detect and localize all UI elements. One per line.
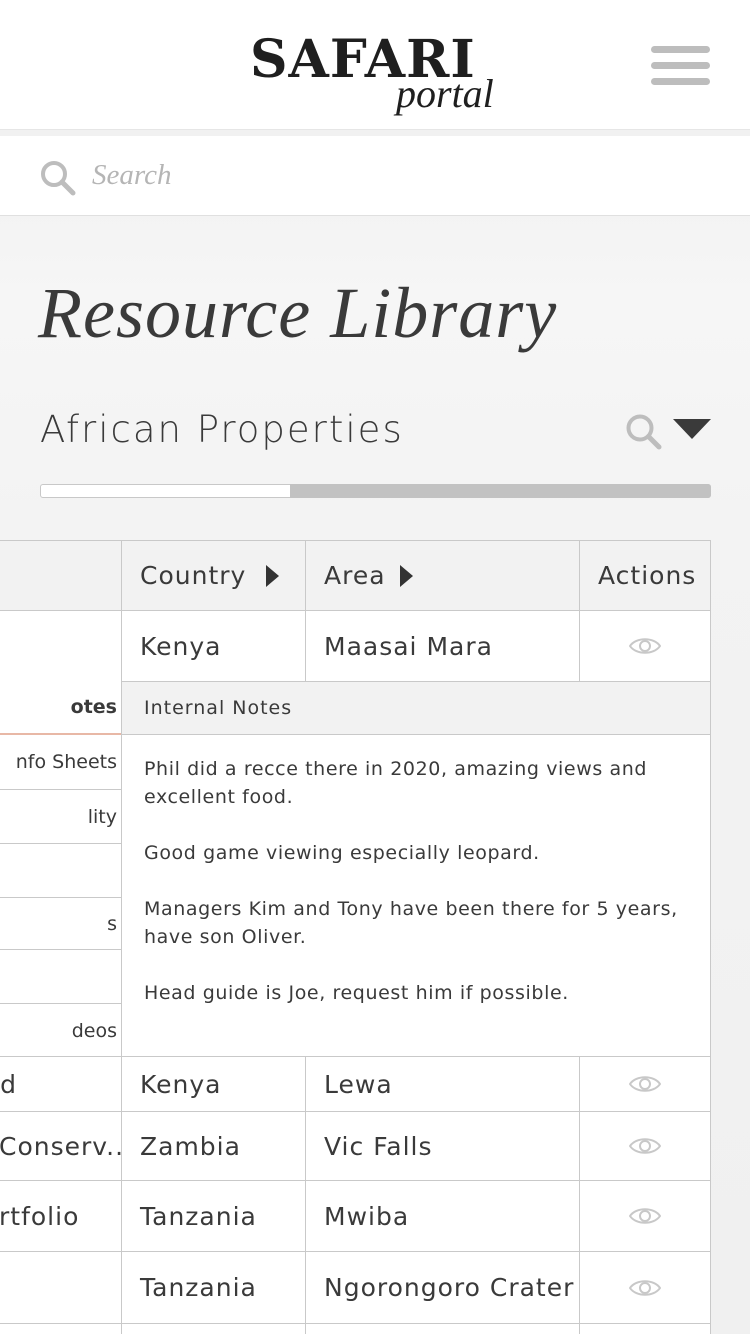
country-value: Kenya <box>140 1069 222 1099</box>
name-value: Conserv... <box>0 1131 122 1161</box>
note-paragraph: Good game viewing especially leopard. <box>144 842 540 864</box>
table-row-country-cell: Tanzania <box>121 1180 306 1252</box>
sub-tab-label: lity <box>87 805 117 828</box>
column-header-country-label: Country <box>140 561 247 590</box>
area-value: Vic Falls <box>324 1131 433 1161</box>
table-row-name-cell[interactable] <box>0 1323 122 1334</box>
note-paragraph: Head guide is Joe, request him if possib… <box>144 982 569 1004</box>
hamburger-menu-icon[interactable] <box>651 46 710 86</box>
table-row-country-cell: Zambia <box>121 1111 306 1181</box>
sub-tab-info-sheets[interactable]: nfo Sheets <box>0 735 121 790</box>
column-header-actions: Actions <box>579 540 711 611</box>
table-row-country-cell: Tanzania <box>121 1251 306 1324</box>
table-scroll-thumb[interactable] <box>290 484 711 498</box>
table-row-actions-cell <box>579 1251 711 1324</box>
country-value: Zambia <box>140 1131 241 1161</box>
area-value: Ngorongoro Crater <box>324 1273 575 1302</box>
area-value: Mwiba <box>324 1201 410 1231</box>
table-row-country-cell: Kenya <box>121 1056 306 1112</box>
table-row-area-cell: Mwiba <box>305 1180 580 1252</box>
table-row-area-cell: Lewa <box>305 1056 580 1112</box>
column-header-actions-label: Actions <box>598 561 697 590</box>
table-row-country-cell <box>121 1323 306 1334</box>
table-row-actions-cell <box>579 1180 711 1252</box>
internal-notes-panel: Internal Notes Phil did a recce there in… <box>121 681 711 1057</box>
app-header: SAFARI portal <box>0 0 750 130</box>
sub-tab-empty-2[interactable] <box>0 950 121 1004</box>
search-icon[interactable] <box>40 160 76 196</box>
table-row-actions-cell <box>579 610 711 682</box>
sub-tab-notes[interactable]: otes <box>0 681 121 735</box>
table-row-name-cell[interactable]: Conserv... <box>0 1111 122 1181</box>
column-header-name[interactable] <box>0 540 122 611</box>
table-row-actions-cell <box>579 1323 711 1334</box>
eye-icon[interactable] <box>629 1135 661 1157</box>
sub-tab-label: nfo Sheets <box>15 751 117 773</box>
column-header-area[interactable]: Area <box>305 540 580 611</box>
sort-triangle-icon[interactable] <box>399 564 413 587</box>
table-row-name-cell[interactable] <box>0 610 122 682</box>
safari-portal-logo[interactable]: SAFARI portal <box>250 32 500 122</box>
table-row-actions-cell <box>579 1111 711 1181</box>
country-value: Kenya <box>140 631 222 661</box>
eye-icon[interactable] <box>629 1205 661 1227</box>
section-title: African Properties <box>40 408 404 451</box>
sort-triangle-icon[interactable] <box>266 564 280 587</box>
section-search-icon[interactable] <box>625 413 663 451</box>
eye-icon[interactable] <box>629 635 661 657</box>
column-header-area-label: Area <box>324 561 386 590</box>
country-value: Tanzania <box>140 1273 257 1302</box>
caret-down-icon[interactable] <box>673 419 711 441</box>
properties-table: Country Area Actions Kenya Maasai Mara o… <box>0 540 750 1334</box>
table-row-name-cell[interactable] <box>0 1251 122 1324</box>
eye-icon[interactable] <box>629 1277 661 1299</box>
table-row-area-cell <box>305 1323 580 1334</box>
name-value: rtfolio <box>0 1201 80 1231</box>
sub-tab-videos[interactable]: deos <box>0 1004 121 1057</box>
table-row-actions-cell <box>579 1056 711 1112</box>
logo-sub-text: portal <box>396 71 494 116</box>
sub-tab-availability[interactable]: lity <box>0 790 121 844</box>
table-row-country-cell: Kenya <box>121 610 306 682</box>
name-value: nd <box>0 1069 17 1099</box>
sub-tab-s[interactable]: s <box>0 898 121 950</box>
eye-icon[interactable] <box>629 1073 661 1095</box>
country-value: Tanzania <box>140 1201 257 1231</box>
note-paragraph: Phil did a recce there in 2020, amazing … <box>144 758 648 808</box>
sub-tab-empty[interactable] <box>0 844 121 898</box>
sub-tab-label: otes <box>70 696 117 718</box>
table-row-name-cell[interactable]: nd <box>0 1056 122 1112</box>
table-row-area-cell: Vic Falls <box>305 1111 580 1181</box>
area-value: Maasai Mara <box>324 631 493 661</box>
search-input[interactable] <box>92 150 692 200</box>
page-title: Resource Library <box>38 273 558 353</box>
sub-tab-label: s <box>107 912 117 935</box>
internal-notes-heading: Internal Notes <box>122 682 710 735</box>
column-header-country[interactable]: Country <box>121 540 306 611</box>
sub-tab-label: deos <box>71 1019 117 1042</box>
area-value: Lewa <box>324 1069 393 1099</box>
note-paragraph: Managers Kim and Tony have been there fo… <box>144 898 678 948</box>
table-row-name-cell[interactable]: rtfolio <box>0 1180 122 1252</box>
table-row-area-cell: Ngorongoro Crater <box>305 1251 580 1324</box>
table-row-area-cell: Maasai Mara <box>305 610 580 682</box>
